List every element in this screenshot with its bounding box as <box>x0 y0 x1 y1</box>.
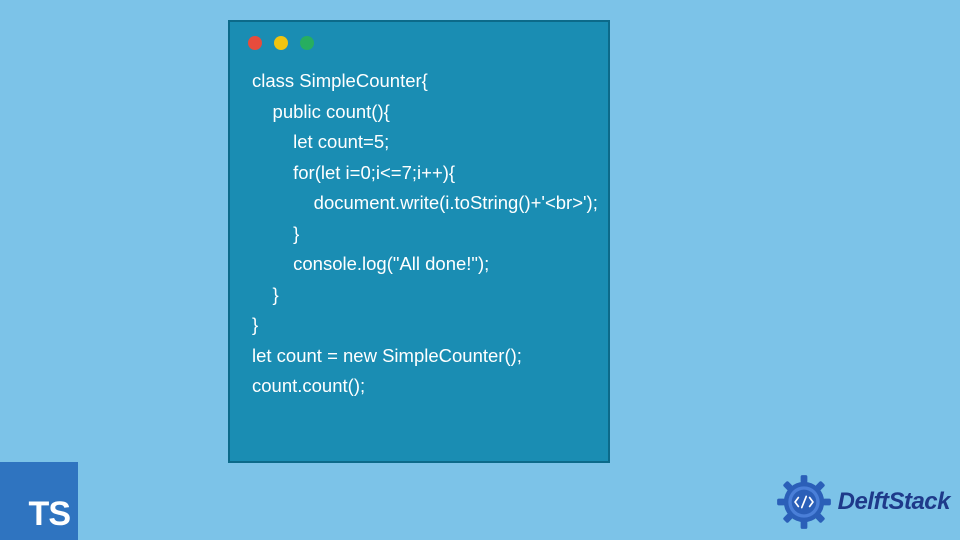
code-line: class SimpleCounter{ <box>252 70 428 91</box>
code-line: } <box>252 314 258 335</box>
code-line: document.write(i.toString()+'<br>'); <box>252 192 598 213</box>
gear-code-icon <box>776 474 832 530</box>
code-line: console.log("All done!"); <box>252 253 489 274</box>
window-close-dot <box>248 36 262 50</box>
code-line: public count(){ <box>252 101 390 122</box>
code-line: let count=5; <box>252 131 389 152</box>
code-line: } <box>252 284 279 305</box>
typescript-badge: TS <box>0 462 78 540</box>
window-controls <box>230 22 608 58</box>
code-line: for(let i=0;i<=7;i++){ <box>252 162 455 183</box>
code-window: class SimpleCounter{ public count(){ let… <box>228 20 610 463</box>
typescript-badge-label: TS <box>29 495 70 534</box>
code-line: } <box>252 223 299 244</box>
code-line: let count = new SimpleCounter(); <box>252 345 522 366</box>
code-line: count.count(); <box>252 375 365 396</box>
delftstack-logo: DelftStack <box>776 474 950 530</box>
window-maximize-dot <box>300 36 314 50</box>
code-content: class SimpleCounter{ public count(){ let… <box>230 58 608 410</box>
delftstack-brand-text: DelftStack <box>838 488 950 516</box>
window-minimize-dot <box>274 36 288 50</box>
